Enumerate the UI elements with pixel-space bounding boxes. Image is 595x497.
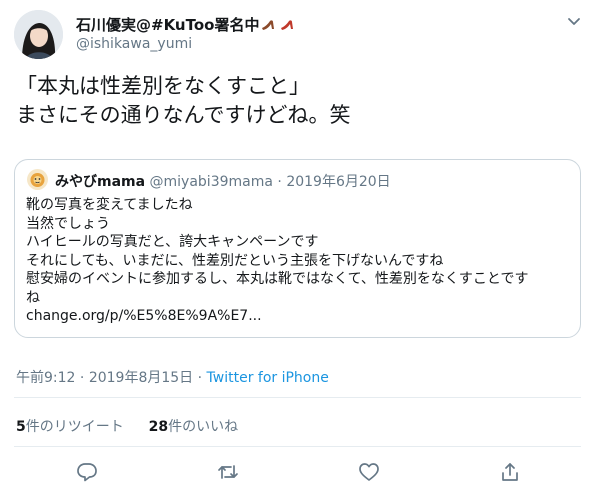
quote-date: 2019年6月20日 bbox=[286, 174, 391, 190]
quote-handle: @miyabi39mama bbox=[149, 174, 273, 190]
like-count: 28 bbox=[148, 419, 169, 435]
quote-header: みやびmama @miyabi39mama · 2019年6月20日 bbox=[55, 171, 391, 191]
retweet-icon[interactable] bbox=[217, 461, 239, 483]
author-name-text: 石川優実@#KuToo署名中 bbox=[76, 16, 260, 34]
quote-text: 靴の写真を変えてましたね 当然でしょう ハイヒールの写真だと、誇大キャンペーンで… bbox=[26, 197, 529, 324]
quote-display-name: みやびmama bbox=[55, 174, 146, 190]
quoted-tweet[interactable]: みやびmama @miyabi39mama · 2019年6月20日 靴の写真を… bbox=[14, 159, 581, 338]
heart-icon[interactable] bbox=[358, 461, 380, 483]
retweet-stat[interactable]: 5件のリツイート bbox=[16, 419, 124, 435]
reply-icon[interactable] bbox=[76, 461, 98, 483]
like-stat[interactable]: 28件のいいね bbox=[149, 419, 238, 435]
tweet-time[interactable]: 午前9:12 bbox=[16, 370, 75, 386]
share-icon[interactable] bbox=[499, 461, 521, 483]
quote-avatar bbox=[27, 169, 48, 190]
tweet-stats: 5件のリツイート 28件のいいね bbox=[16, 416, 238, 436]
retweet-label: 件のリツイート bbox=[25, 419, 124, 435]
tweet-text: 「本丸は性差別をなくすこと」 まさにその通りなんですけどね。笑 bbox=[16, 74, 351, 127]
tweet-meta: 午前9:12 · 2019年8月15日 · Twitter for iPhone bbox=[16, 367, 329, 387]
divider bbox=[14, 397, 581, 398]
tweet-date[interactable]: 2019年8月15日 bbox=[89, 370, 193, 386]
chevron-down-icon[interactable] bbox=[565, 14, 583, 28]
tweet-source-link[interactable]: Twitter for iPhone bbox=[207, 370, 329, 386]
author-avatar[interactable] bbox=[14, 10, 63, 59]
quote-separator: · bbox=[277, 174, 282, 190]
retweet-count: 5 bbox=[16, 419, 26, 435]
author-display-name[interactable]: 石川優実@#KuToo署名中 bbox=[76, 14, 297, 36]
author-handle[interactable]: @ishikawa_yumi bbox=[76, 36, 192, 52]
high-heel-icon bbox=[280, 18, 297, 36]
like-label: 件のいいね bbox=[168, 419, 239, 435]
high-heel-icon bbox=[261, 18, 278, 36]
divider bbox=[14, 446, 581, 447]
meta-separator: · bbox=[197, 370, 203, 386]
meta-separator: · bbox=[79, 370, 85, 386]
